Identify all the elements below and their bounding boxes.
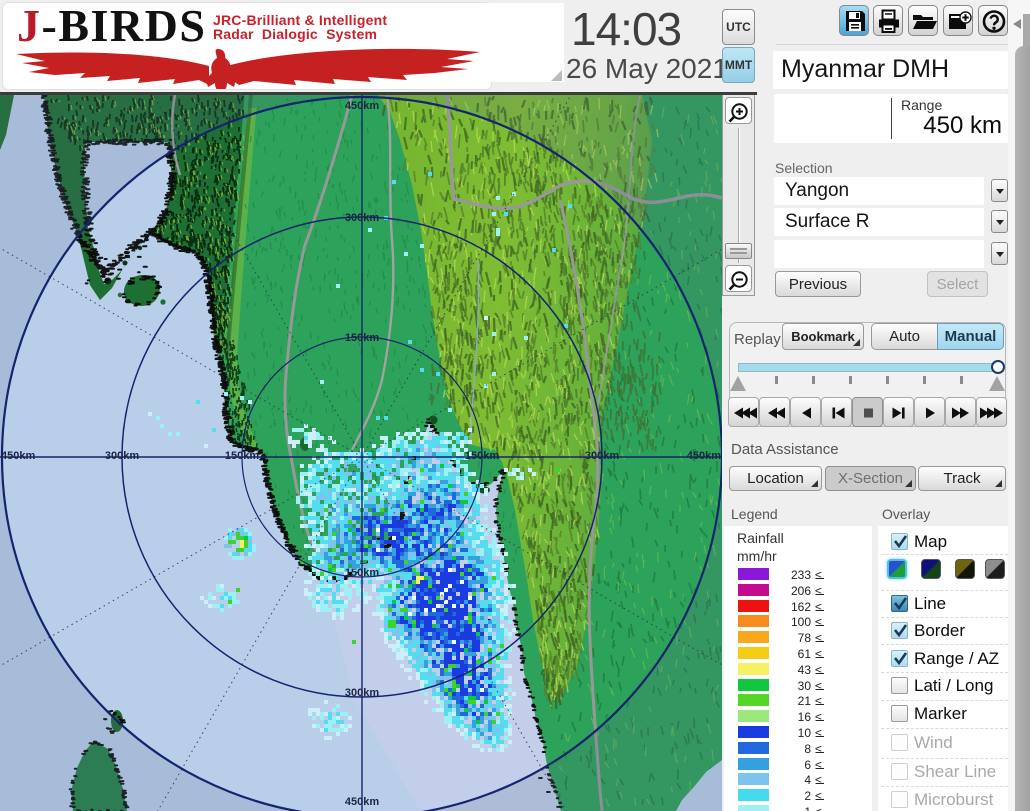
svg-text:150km: 150km <box>465 450 499 462</box>
svg-text:300km: 300km <box>585 450 619 462</box>
svg-text:150km: 150km <box>225 450 259 462</box>
svg-text:300km: 300km <box>345 212 379 224</box>
svg-text:300km: 300km <box>345 687 379 699</box>
svg-text:300km: 300km <box>105 450 139 462</box>
svg-text:450km: 450km <box>687 450 721 462</box>
svg-text:450km: 450km <box>345 796 379 808</box>
svg-text:150km: 150km <box>345 567 379 579</box>
svg-text:450km: 450km <box>1 450 35 462</box>
svg-text:450km: 450km <box>345 100 379 112</box>
svg-text:150km: 150km <box>345 332 379 344</box>
